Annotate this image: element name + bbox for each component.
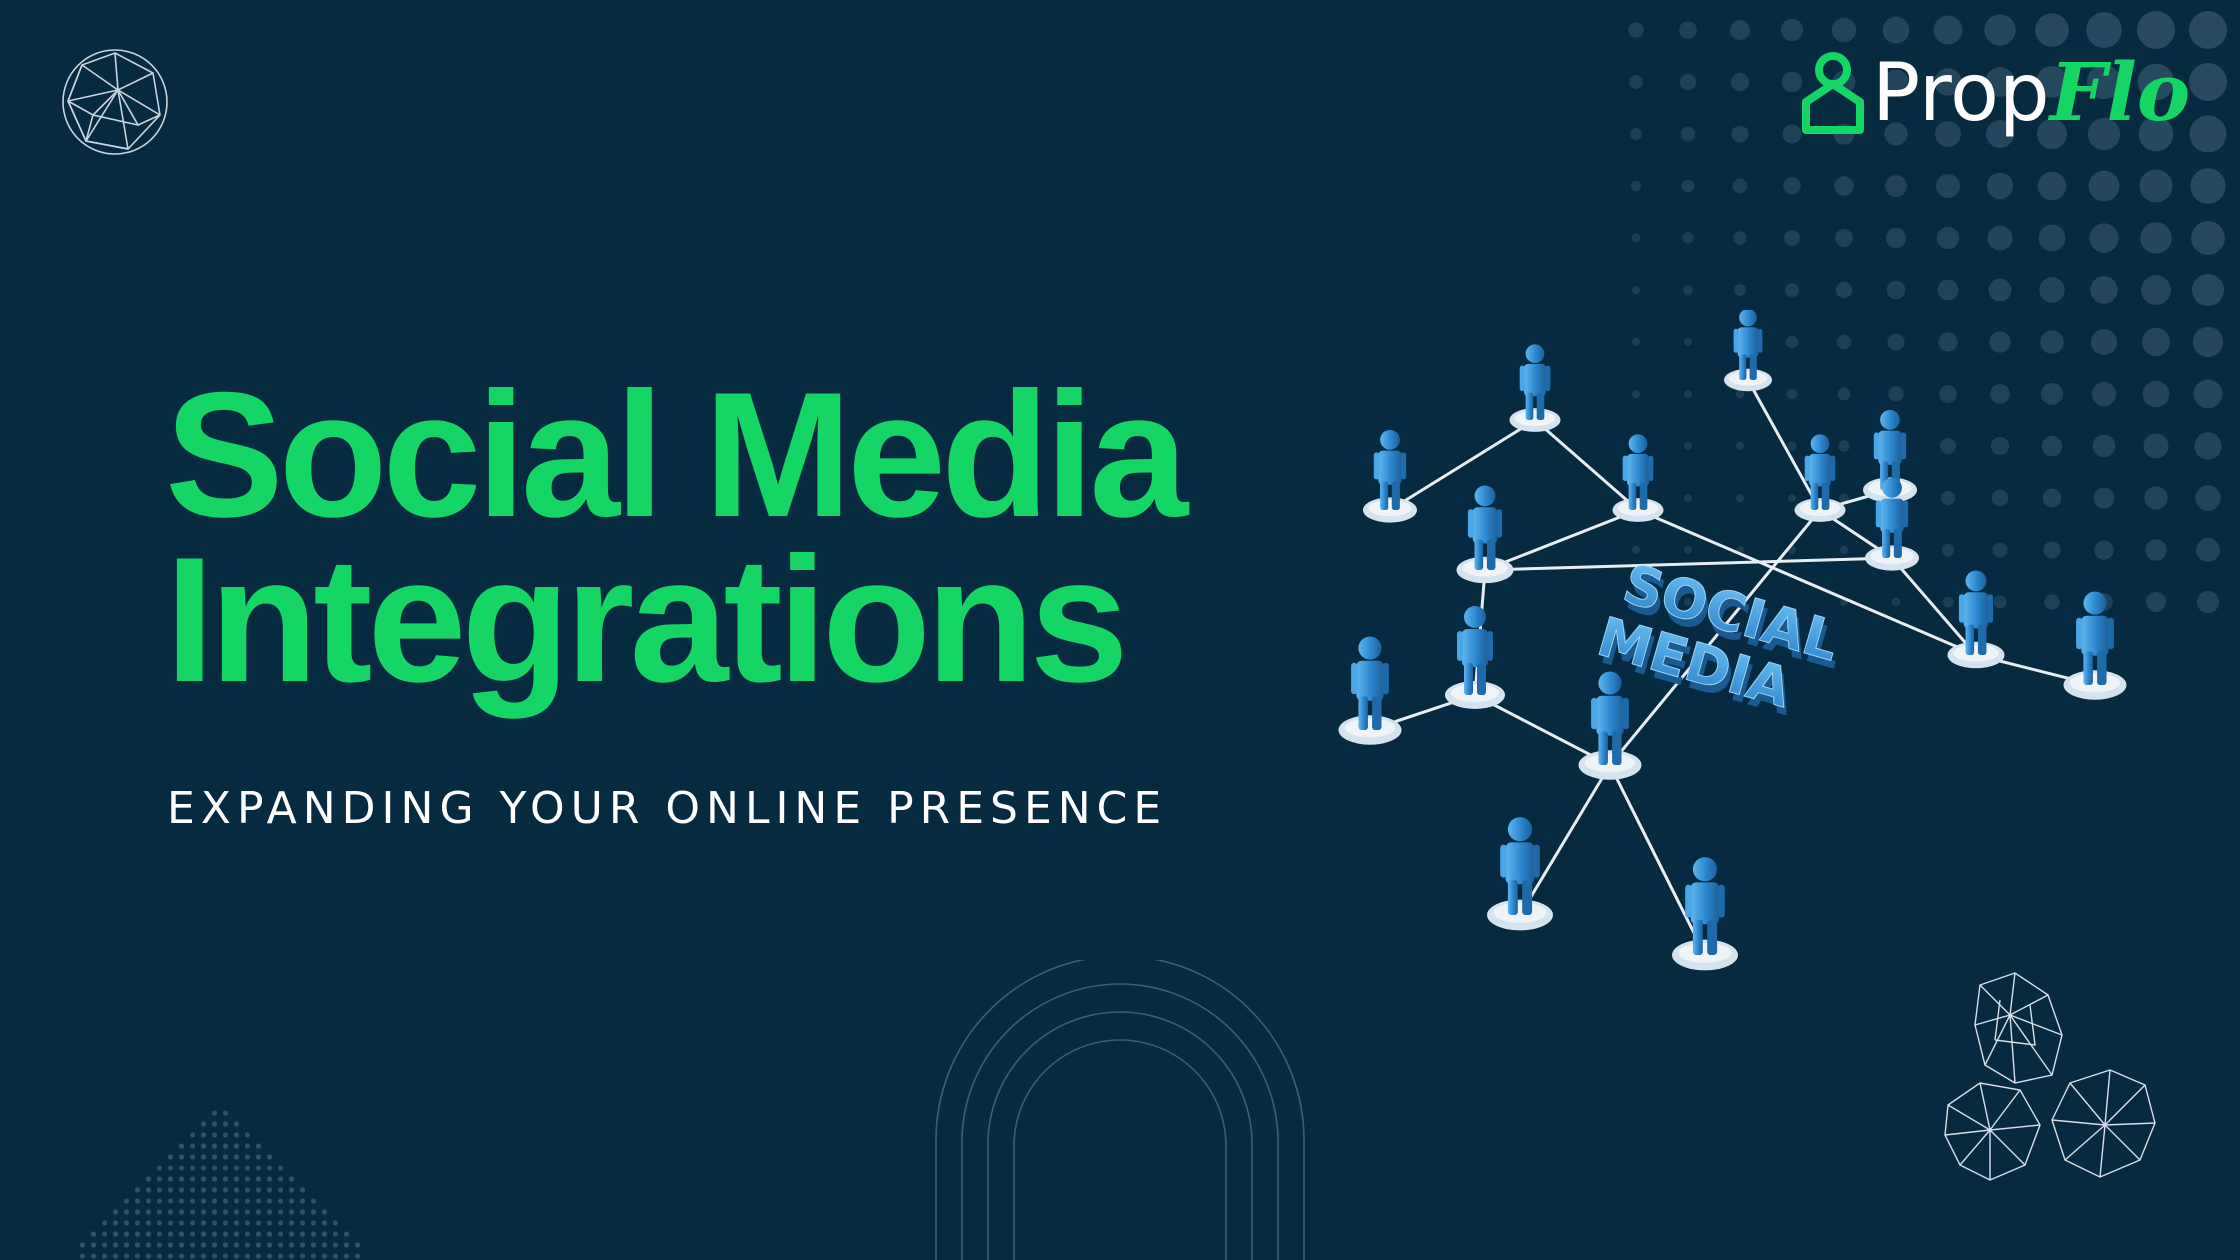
house-person-icon [1802,52,1864,134]
brand-name-prop: Prop [1872,45,2050,139]
brand-name-flo: Flo [2049,44,2191,139]
slide-subtitle: EXPANDING YOUR ONLINE PRESENCE [167,783,1168,834]
wireframe-sphere-icon [62,49,168,155]
slide-title: Social Media Integrations [165,355,1188,719]
network-person-icon [1672,857,1738,971]
network-person-icon [1947,570,2005,669]
network-person-icon [1456,485,1514,584]
title-line-2: Integrations [165,520,1129,719]
dotted-diamond-pattern [79,1110,361,1259]
title-line-1: Social Media [165,355,1188,554]
network-person-icon [1509,344,1561,432]
network-person-icon [1578,671,1642,780]
concentric-arches [935,960,1305,1260]
network-person-icon [1612,434,1664,522]
network-person-icon [2063,591,2127,700]
propflo-logo: PropFlo [1800,42,2190,142]
network-person-icon [1338,636,1402,745]
social-network-people-icon: SOCIAL SOCIAL MEDIA MEDIA [1338,310,2127,971]
brand-wordmark: PropFlo [1872,52,2190,133]
network-person-icon [1724,310,1772,392]
network-person-icon [1363,429,1417,523]
network-person-icon [1445,606,1505,709]
